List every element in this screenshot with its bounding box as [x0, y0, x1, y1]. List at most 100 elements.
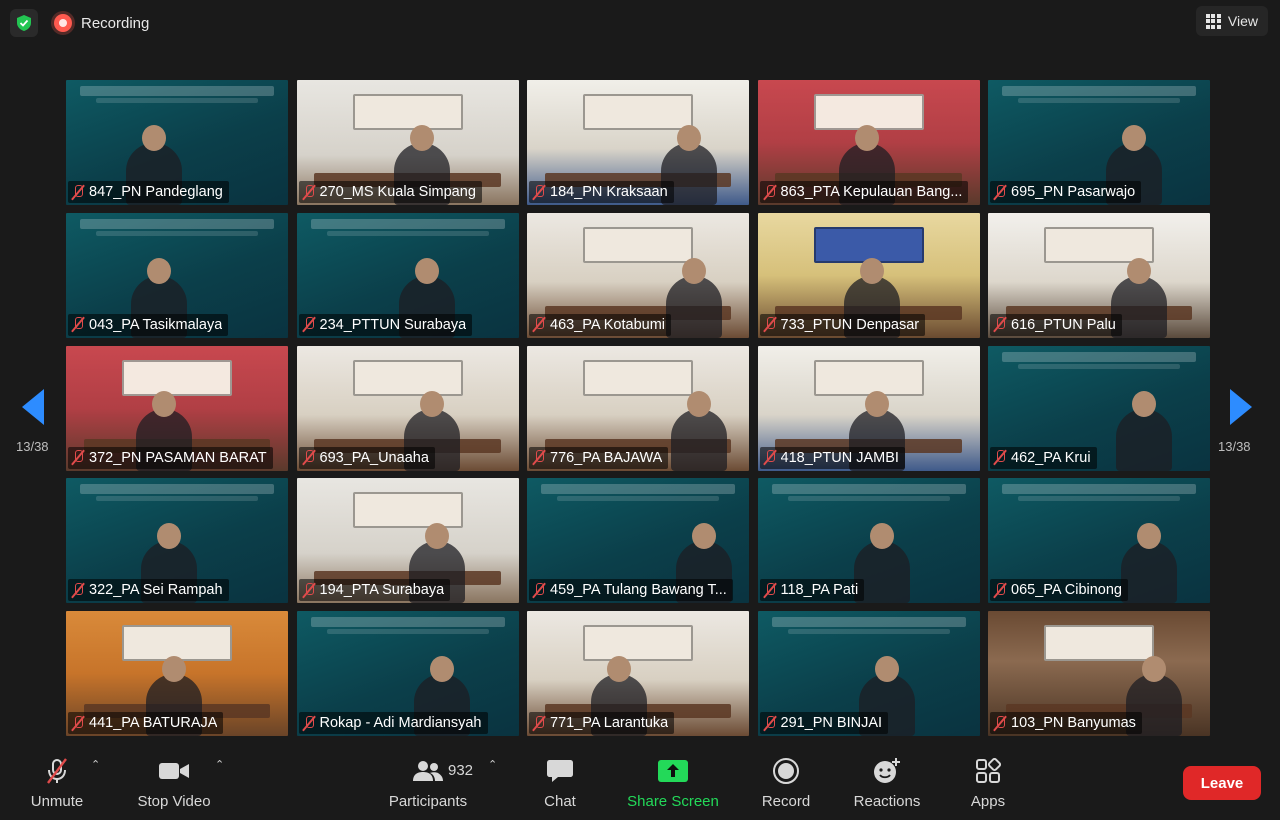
reactions-button[interactable]: Reactions [850, 755, 924, 815]
participant-tile[interactable]: 184_PN Kraksaan [527, 80, 749, 205]
video-banner-subtitle [96, 230, 258, 236]
participant-name: 065_PA Cibinong [1011, 582, 1122, 599]
muted-microphone-icon [72, 184, 84, 200]
participant-tile[interactable]: 118_PA Pati [757, 478, 980, 604]
participant-tile[interactable]: 372_PN PASAMAN BARAT [66, 345, 288, 471]
muted-microphone-icon [994, 317, 1006, 332]
participants-options-caret-icon[interactable]: ⌃ [488, 758, 497, 771]
view-button[interactable]: View [1195, 6, 1268, 36]
recording-label: Recording [81, 14, 150, 32]
muted-microphone-icon [994, 450, 1006, 465]
participant-tile[interactable]: 194_PTA Surabaya [296, 478, 519, 604]
audio-options-caret-icon[interactable]: ⌃ [91, 758, 100, 771]
muted-microphone-icon [994, 715, 1006, 731]
participant-tile[interactable]: 234_PTTUN Surabaya [296, 212, 519, 338]
video-banner [1002, 86, 1196, 96]
participant-tile[interactable]: 462_PA Krui [988, 345, 1210, 471]
stop-video-label: Stop Video [137, 793, 211, 810]
video-banner [1002, 484, 1196, 495]
video-banner [771, 617, 966, 627]
muted-microphone-icon [764, 450, 776, 465]
participant-name-label: 184_PN Kraksaan [529, 181, 674, 203]
participant-tile[interactable]: 270_MS Kuala Simpang [296, 80, 519, 205]
muted-microphone-icon [72, 715, 84, 731]
apps-icon [975, 755, 1001, 787]
participant-head [687, 390, 711, 417]
participant-tile[interactable]: 463_PA Kotabumi [527, 212, 749, 338]
participant-name-label: 695_PN Pasarwajo [990, 181, 1142, 203]
participant-head [854, 125, 879, 151]
apps-button[interactable]: Apps [966, 755, 1010, 815]
participant-head [869, 523, 894, 550]
security-shield-icon[interactable] [10, 9, 38, 37]
record-button[interactable]: Record [758, 755, 814, 815]
wall-signboard [583, 359, 693, 396]
participant-tile[interactable]: 695_PN Pasarwajo [988, 80, 1210, 205]
participant-head [864, 390, 889, 417]
participant-head [1122, 125, 1146, 151]
participant-tile[interactable]: 065_PA Cibinong [988, 478, 1210, 604]
participant-head [607, 656, 631, 682]
participant-name: 771_PA Larantuka [550, 715, 669, 731]
participant-tile[interactable]: 291_PN BINJAI [757, 611, 980, 736]
participant-name-label: 776_PA BAJAWA [529, 446, 669, 469]
muted-microphone-icon [303, 317, 315, 332]
share-screen-arrow-icon [657, 755, 689, 787]
wall-signboard [813, 359, 924, 396]
chat-button[interactable]: Chat [537, 755, 583, 815]
participant-name: 291_PN BINJAI [780, 715, 883, 731]
participant-tile[interactable]: 418_PTUN JAMBI [757, 345, 980, 471]
participant-name: 441_PA BATURAJA [89, 715, 218, 731]
participant-tile[interactable]: 616_PTUN Palu [988, 212, 1210, 338]
participant-figure [666, 275, 722, 338]
stop-video-button[interactable]: Stop Video [132, 755, 216, 815]
participant-tile[interactable]: 441_PA BATURAJA [66, 611, 288, 736]
muted-microphone-icon [533, 317, 545, 332]
leave-button[interactable]: Leave [1183, 766, 1261, 800]
apps-label: Apps [970, 793, 1006, 810]
participant-head [147, 257, 171, 284]
participant-name-label: 234_PTTUN Surabaya [298, 313, 473, 336]
participant-tile[interactable]: 459_PA Tulang Bawang T... [527, 478, 749, 604]
video-banner [771, 484, 966, 495]
participant-name-label: 118_PA Pati [759, 579, 865, 602]
participant-name: 322_PA Sei Rampah [89, 582, 223, 599]
participant-tile[interactable]: 847_PN Pandeglang [66, 80, 288, 205]
muted-microphone-icon [72, 450, 84, 465]
recording-indicator[interactable]: Recording [54, 12, 149, 34]
participant-tile[interactable]: 776_PA BAJAWA [527, 345, 749, 471]
unmute-button[interactable]: Unmute [22, 755, 92, 815]
participant-tile[interactable]: 863_PTA Kepulauan Bang... [757, 80, 980, 205]
muted-microphone-icon [764, 184, 776, 200]
top-bar: Recording View [0, 0, 1280, 46]
participant-name-label: 372_PN PASAMAN BARAT [68, 446, 273, 469]
participant-head [1142, 656, 1166, 682]
microphone-muted-icon [42, 755, 72, 787]
participant-name-label: 733_PTUN Denpasar [759, 313, 926, 336]
muted-microphone-icon [303, 184, 315, 200]
participant-tile[interactable]: 103_PN Banyumas [988, 611, 1210, 736]
video-camera-icon [158, 755, 190, 787]
previous-page-arrow-icon[interactable] [22, 389, 44, 425]
participant-tile[interactable]: 322_PA Sei Rampah [66, 478, 288, 604]
video-options-caret-icon[interactable]: ⌃ [215, 758, 224, 771]
share-screen-button[interactable]: Share Screen [625, 755, 721, 815]
muted-microphone-icon [764, 582, 776, 598]
video-banner [80, 86, 274, 96]
participant-head [859, 257, 884, 284]
participant-tile[interactable]: Rokap - Adi Mardiansyah [296, 611, 519, 736]
participant-tile[interactable]: 733_PTUN Denpasar [757, 212, 980, 338]
wall-signboard [583, 226, 693, 263]
participant-tile[interactable]: 771_PA Larantuka [527, 611, 749, 736]
participant-tile[interactable]: 043_PA Tasikmalaya [66, 212, 288, 338]
next-page-arrow-icon[interactable] [1230, 389, 1252, 425]
record-label: Record [761, 793, 811, 810]
participant-tile[interactable]: 693_PA_Unaaha [296, 345, 519, 471]
page-indicator-right: 13/38 [1218, 439, 1251, 454]
muted-microphone-icon [72, 317, 84, 332]
participant-name: 459_PA Tulang Bawang T... [550, 582, 727, 599]
participant-name: 103_PN Banyumas [1011, 715, 1136, 731]
wall-signboard [122, 359, 232, 396]
participant-name: 463_PA Kotabumi [550, 316, 666, 333]
recording-dot-icon [54, 14, 72, 32]
